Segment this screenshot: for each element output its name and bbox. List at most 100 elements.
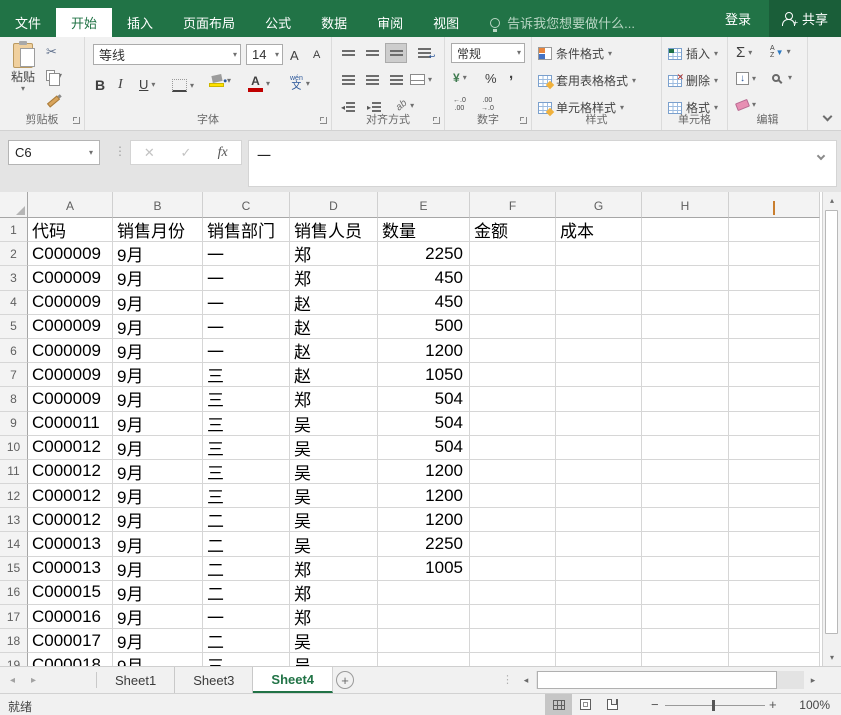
- sort-filter-button[interactable]: AZ▼ ▾: [770, 45, 791, 59]
- alignment-dialog-launcher[interactable]: [433, 117, 440, 124]
- cell-A5[interactable]: C000009: [28, 315, 113, 339]
- cell-D14[interactable]: 吴: [290, 532, 378, 556]
- cell-D4[interactable]: 赵: [290, 291, 378, 315]
- normal-view-button[interactable]: [545, 694, 572, 715]
- cell-A12[interactable]: C000012: [28, 484, 113, 508]
- currency-dropdown-icon[interactable]: ▾: [463, 74, 467, 82]
- cell-D13[interactable]: 吴: [290, 508, 378, 532]
- cell-C1[interactable]: 销售部门: [203, 218, 290, 242]
- cell-F3[interactable]: [470, 266, 556, 290]
- hscroll-right-button[interactable]: ▸: [805, 671, 821, 689]
- cell-F11[interactable]: [470, 460, 556, 484]
- cell-B14[interactable]: 9月: [113, 532, 203, 556]
- cell-C5[interactable]: 一: [203, 315, 290, 339]
- cell-H10[interactable]: [642, 436, 729, 460]
- cell-F2[interactable]: [470, 242, 556, 266]
- cell-G11[interactable]: [556, 460, 642, 484]
- cell-A11[interactable]: C000012: [28, 460, 113, 484]
- font-color-dropdown-icon[interactable]: ▾: [266, 80, 270, 88]
- align-middle-button[interactable]: [361, 43, 383, 63]
- page-break-view-button[interactable]: [599, 694, 626, 715]
- cell-A17[interactable]: C000016: [28, 605, 113, 629]
- sheet-prev-icon[interactable]: ◂: [10, 675, 15, 686]
- cell-G9[interactable]: [556, 412, 642, 436]
- row-header-9[interactable]: 9: [0, 412, 28, 436]
- insert-cells-button[interactable]: 插入▾: [668, 45, 718, 62]
- cell-D6[interactable]: 赵: [290, 339, 378, 363]
- cell-B2[interactable]: 9月: [113, 242, 203, 266]
- scroll-up-icon[interactable]: ▴: [823, 192, 841, 209]
- cell-A15[interactable]: C000013: [28, 557, 113, 581]
- font-name-dropdown-icon[interactable]: ▾: [233, 51, 237, 59]
- cell-E16[interactable]: [378, 581, 470, 605]
- row-header-19[interactable]: 19: [0, 653, 28, 666]
- insert-function-icon[interactable]: fx: [204, 145, 241, 161]
- cell-D18[interactable]: 吴: [290, 629, 378, 653]
- number-format-combo[interactable]: 常规▾: [451, 43, 525, 63]
- cell-E9[interactable]: 504: [378, 412, 470, 436]
- cell-G14[interactable]: [556, 532, 642, 556]
- font-color-button[interactable]: A ▾: [248, 75, 270, 92]
- fill-color-dropdown-icon[interactable]: ▾: [227, 77, 231, 85]
- cell-D7[interactable]: 赵: [290, 363, 378, 387]
- borders-button[interactable]: ▾: [172, 79, 194, 92]
- cell-C13[interactable]: 二: [203, 508, 290, 532]
- cell-I4[interactable]: [729, 291, 820, 315]
- cell-C12[interactable]: 三: [203, 484, 290, 508]
- cell-F17[interactable]: [470, 605, 556, 629]
- name-box-splitter[interactable]: ⋮: [114, 144, 126, 158]
- cell-D16[interactable]: 郑: [290, 581, 378, 605]
- phonetic-button[interactable]: wén文 ▾: [290, 75, 310, 92]
- underline-button[interactable]: U▾: [139, 77, 155, 92]
- cell-H2[interactable]: [642, 242, 729, 266]
- autosum-button[interactable]: Σ▾: [736, 45, 752, 60]
- clipboard-dialog-launcher[interactable]: [73, 117, 80, 124]
- cell-C3[interactable]: 一: [203, 266, 290, 290]
- cell-A1[interactable]: 代码: [28, 218, 113, 242]
- cell-I9[interactable]: [729, 412, 820, 436]
- align-bottom-button[interactable]: [385, 43, 407, 63]
- cell-F15[interactable]: [470, 557, 556, 581]
- cell-D19[interactable]: 吴: [290, 653, 378, 666]
- cell-D10[interactable]: 吴: [290, 436, 378, 460]
- row-header-12[interactable]: 12: [0, 484, 28, 508]
- row-header-14[interactable]: 14: [0, 532, 28, 556]
- cell-B15[interactable]: 9月: [113, 557, 203, 581]
- cancel-icon[interactable]: ✕: [131, 145, 168, 161]
- cell-E14[interactable]: 2250: [378, 532, 470, 556]
- cell-B4[interactable]: 9月: [113, 291, 203, 315]
- enter-icon[interactable]: ✓: [168, 145, 205, 161]
- cell-E11[interactable]: 1200: [378, 460, 470, 484]
- cell-G17[interactable]: [556, 605, 642, 629]
- fill-color-button[interactable]: ▾: [209, 75, 231, 87]
- cell-I18[interactable]: [729, 629, 820, 653]
- zoom-slider-track[interactable]: [665, 705, 765, 706]
- share-button[interactable]: + 共享: [769, 0, 841, 37]
- cell-A13[interactable]: C000012: [28, 508, 113, 532]
- cell-I7[interactable]: [729, 363, 820, 387]
- cell-I6[interactable]: [729, 339, 820, 363]
- phonetic-dropdown-icon[interactable]: ▾: [306, 80, 310, 88]
- cell-E19[interactable]: [378, 653, 470, 666]
- select-all-button[interactable]: [0, 192, 28, 218]
- font-size-combo[interactable]: 14▾: [246, 44, 283, 65]
- ribbon-tab-7[interactable]: 视图: [418, 8, 474, 37]
- row-header-10[interactable]: 10: [0, 436, 28, 460]
- cell-F4[interactable]: [470, 291, 556, 315]
- merge-center-button[interactable]: ▾: [410, 74, 432, 85]
- cell-I19[interactable]: [729, 653, 820, 666]
- cell-I13[interactable]: [729, 508, 820, 532]
- zoom-level[interactable]: 100%: [786, 698, 830, 712]
- cell-H3[interactable]: [642, 266, 729, 290]
- cell-I16[interactable]: [729, 581, 820, 605]
- cell-E10[interactable]: 504: [378, 436, 470, 460]
- ribbon-tab-1[interactable]: 开始: [56, 8, 112, 37]
- page-layout-view-button[interactable]: [572, 694, 599, 715]
- cell-E17[interactable]: [378, 605, 470, 629]
- row-header-6[interactable]: 6: [0, 339, 28, 363]
- row-header-15[interactable]: 15: [0, 557, 28, 581]
- cell-B13[interactable]: 9月: [113, 508, 203, 532]
- cell-H14[interactable]: [642, 532, 729, 556]
- sheet-tab-sheet1[interactable]: Sheet1: [97, 667, 175, 693]
- cell-G16[interactable]: [556, 581, 642, 605]
